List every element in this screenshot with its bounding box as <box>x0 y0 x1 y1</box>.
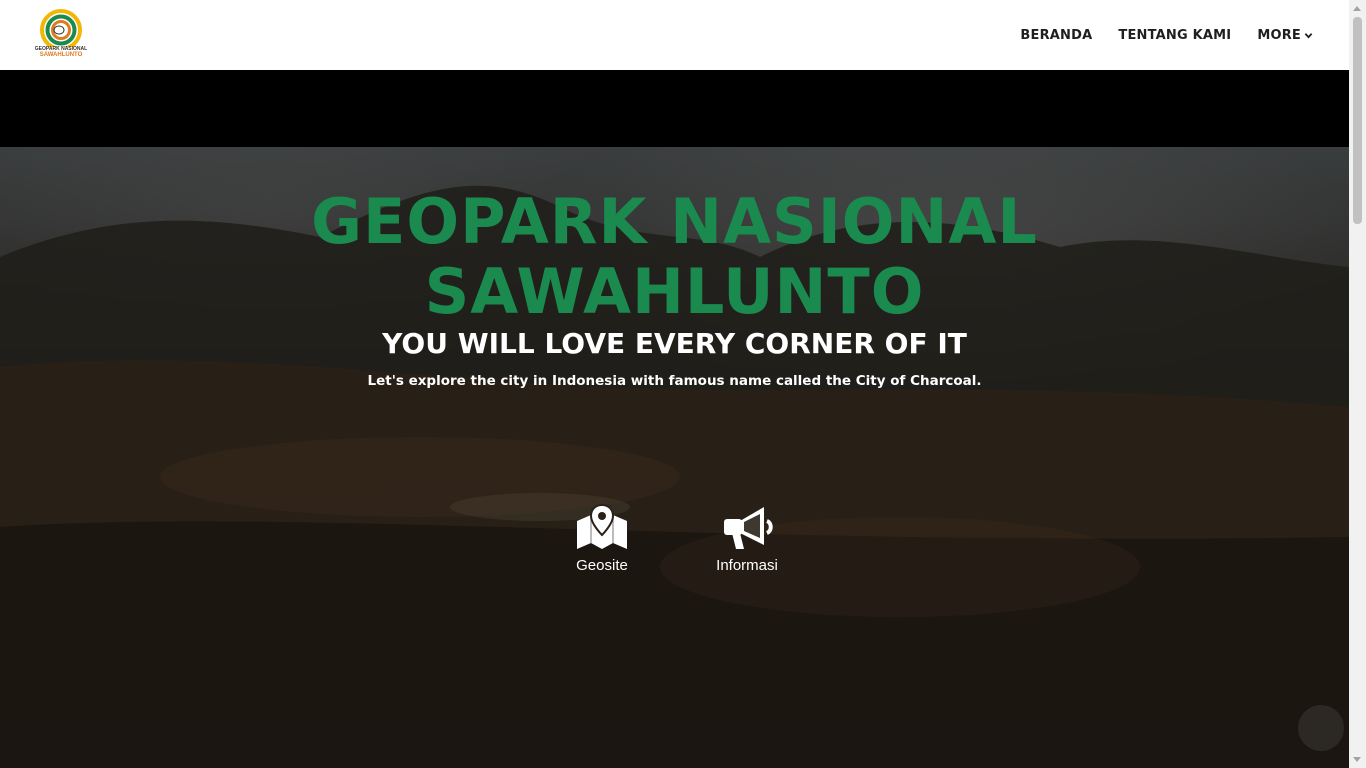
hero-description: Let's explore the city in Indonesia with… <box>367 373 982 389</box>
nav-more-dropdown[interactable]: MORE <box>1257 28 1313 43</box>
chevron-down-icon <box>1304 32 1313 38</box>
hero-title-line1: GEOPARK NASIONAL <box>311 185 1038 258</box>
geosite-button[interactable]: Geosite <box>547 503 657 574</box>
scroll-thumb[interactable] <box>1353 17 1362 224</box>
informasi-label: Informasi <box>716 557 778 574</box>
top-black-band <box>0 70 1349 147</box>
nav-more-label: MORE <box>1257 27 1301 43</box>
map-marker-icon <box>577 503 627 549</box>
geosite-label: Geosite <box>576 557 628 574</box>
logo-text-line2: SAWAHLUNTO <box>39 52 83 58</box>
geopark-logo-icon <box>40 9 82 51</box>
informasi-button[interactable]: Informasi <box>692 503 802 574</box>
hero-title-line2: SAWAHLUNTO <box>424 255 925 328</box>
top-navbar: GEOPARK NASIONAL SAWAHLUNTO BERANDA TENT… <box>0 0 1349 70</box>
megaphone-icon <box>724 507 773 549</box>
nav-tentang-kami[interactable]: TENTANG KAMI <box>1118 28 1231 43</box>
hero-title: GEOPARK NASIONAL SAWAHLUNTO <box>0 187 1349 327</box>
geopark-logo[interactable]: GEOPARK NASIONAL SAWAHLUNTO <box>34 9 88 59</box>
scroll-down-arrow-icon[interactable] <box>1353 757 1361 762</box>
hero-subtitle: YOU WILL LOVE EVERY CORNER OF IT <box>382 327 967 360</box>
hero-section: GEOPARK NASIONAL SAWAHLUNTO YOU WILL LOV… <box>0 147 1349 768</box>
scroll-up-arrow-icon[interactable] <box>1353 6 1361 11</box>
floating-chat-button[interactable] <box>1298 705 1344 751</box>
page-scrollbar[interactable] <box>1349 0 1366 768</box>
nav-beranda-label: BERANDA <box>1020 27 1093 43</box>
nav-tentang-kami-label: TENTANG KAMI <box>1118 27 1232 43</box>
main-nav: BERANDA TENTANG KAMI MORE <box>1020 0 1313 70</box>
nav-beranda[interactable]: BERANDA <box>1020 28 1092 43</box>
